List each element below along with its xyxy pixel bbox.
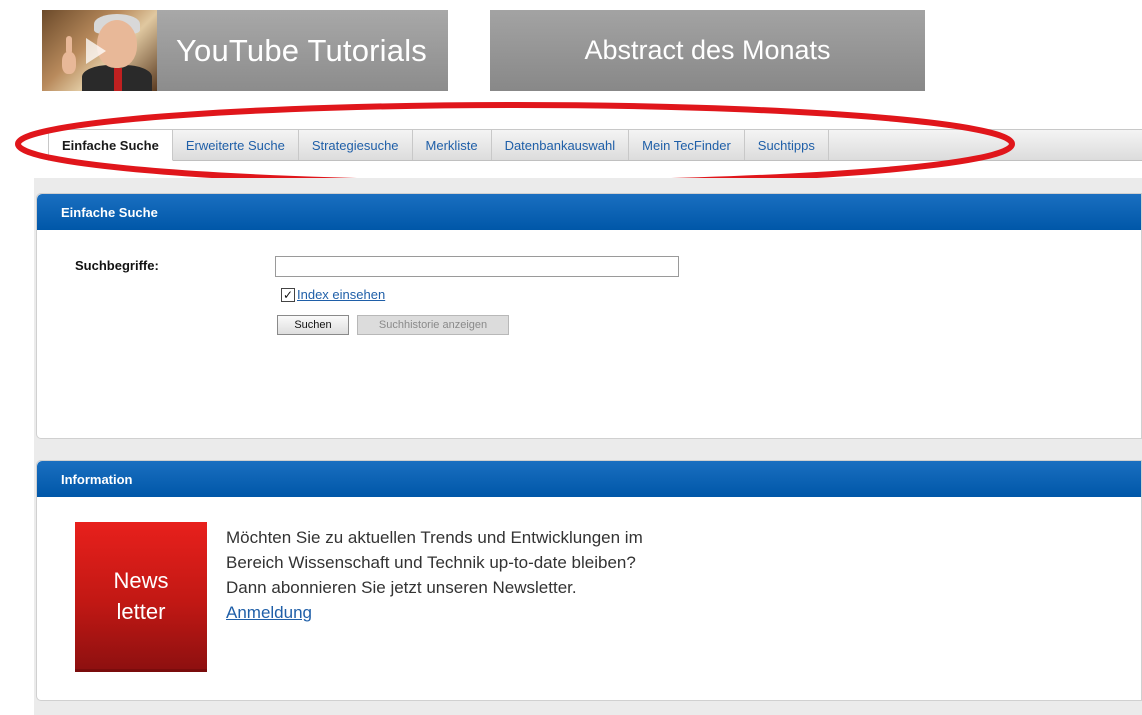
info-line: Dann abonnieren Sie jetzt unseren Newsle… [226,578,577,597]
tab-suchtipps[interactable]: Suchtipps [745,130,829,160]
search-button[interactable]: Suchen [277,315,349,335]
youtube-tutorials-banner[interactable]: YouTube Tutorials [42,10,448,91]
info-line: Möchten Sie zu aktuellen Trends und Entw… [226,528,643,547]
info-line: Bereich Wissenschaft und Technik up-to-d… [226,553,636,572]
newsletter-badge-line1: News [113,567,169,593]
simple-search-panel: Einfache Suche [36,193,1142,439]
abstract-des-monats-banner[interactable]: Abstract des Monats [490,10,925,91]
anmeldung-link[interactable]: Anmeldung [226,603,312,622]
tab-merkliste[interactable]: Merkliste [413,130,492,160]
newsletter-badge-line2: letter [116,598,166,624]
play-icon [86,38,106,64]
tab-erweiterte-suche[interactable]: Erweiterte Suche [173,130,299,160]
panel-title: Information [37,461,1141,497]
abstract-banner-title: Abstract des Monats [584,35,831,65]
search-terms-label: Suchbegriffe: [75,258,159,273]
presenter-thumbnail [42,10,157,91]
search-terms-input[interactable] [275,256,679,277]
newsletter-info-text: Möchten Sie zu aktuellen Trends und Entw… [226,525,643,625]
tab-mein-tecfinder[interactable]: Mein TecFinder [629,130,745,160]
search-history-button[interactable]: Suchhistorie anzeigen [357,315,509,335]
tab-datenbankauswahl[interactable]: Datenbankauswahl [492,130,630,160]
tab-strategiesuche[interactable]: Strategiesuche [299,130,413,160]
panel-title: Einfache Suche [37,194,1141,230]
tab-einfache-suche[interactable]: Einfache Suche [48,130,173,161]
index-einsehen-link[interactable]: Index einsehen [297,287,385,302]
newsletter-badge[interactable]: News letter [75,522,207,672]
search-tabs: Einfache Suche Erweiterte Suche Strategi… [48,129,1142,161]
index-checkbox[interactable]: ✓ [281,287,295,302]
youtube-banner-title: YouTube Tutorials [176,32,427,68]
index-checkbox-row: ✓ Index einsehen [281,287,385,302]
